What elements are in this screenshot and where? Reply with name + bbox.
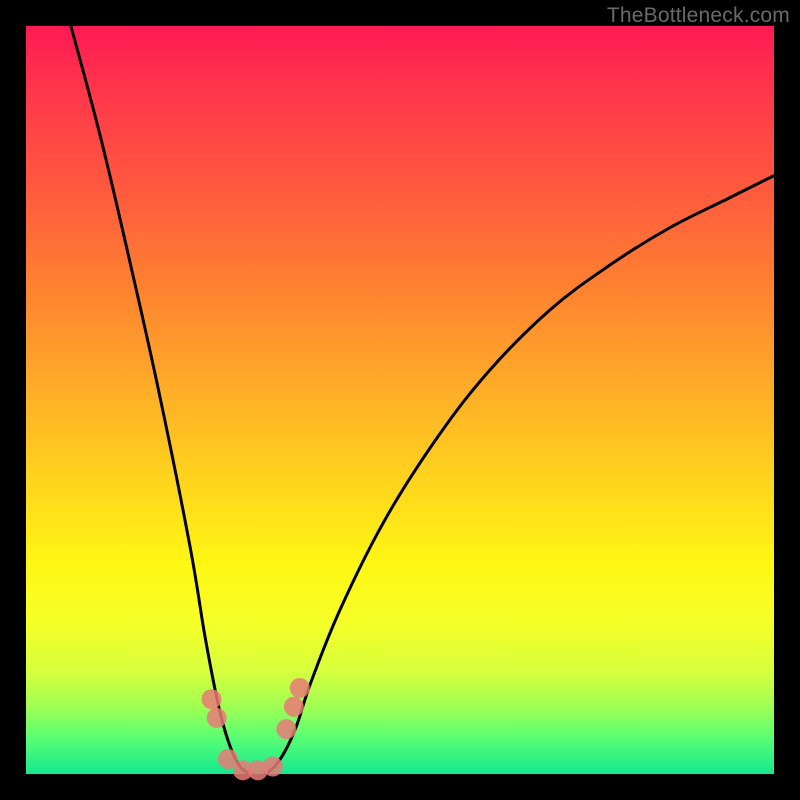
curve-marker [284,697,304,717]
curve-marker [202,689,222,709]
curve-svg [26,26,774,774]
plot-area [26,26,774,774]
curve-marker [207,708,227,728]
curve-marker [290,678,310,698]
watermark-text: TheBottleneck.com [607,4,790,28]
curve-marker [276,719,296,739]
outer-frame: TheBottleneck.com [0,0,800,800]
bottleneck-curve [71,26,774,776]
markers-group [202,678,310,780]
curve-marker [263,757,283,777]
